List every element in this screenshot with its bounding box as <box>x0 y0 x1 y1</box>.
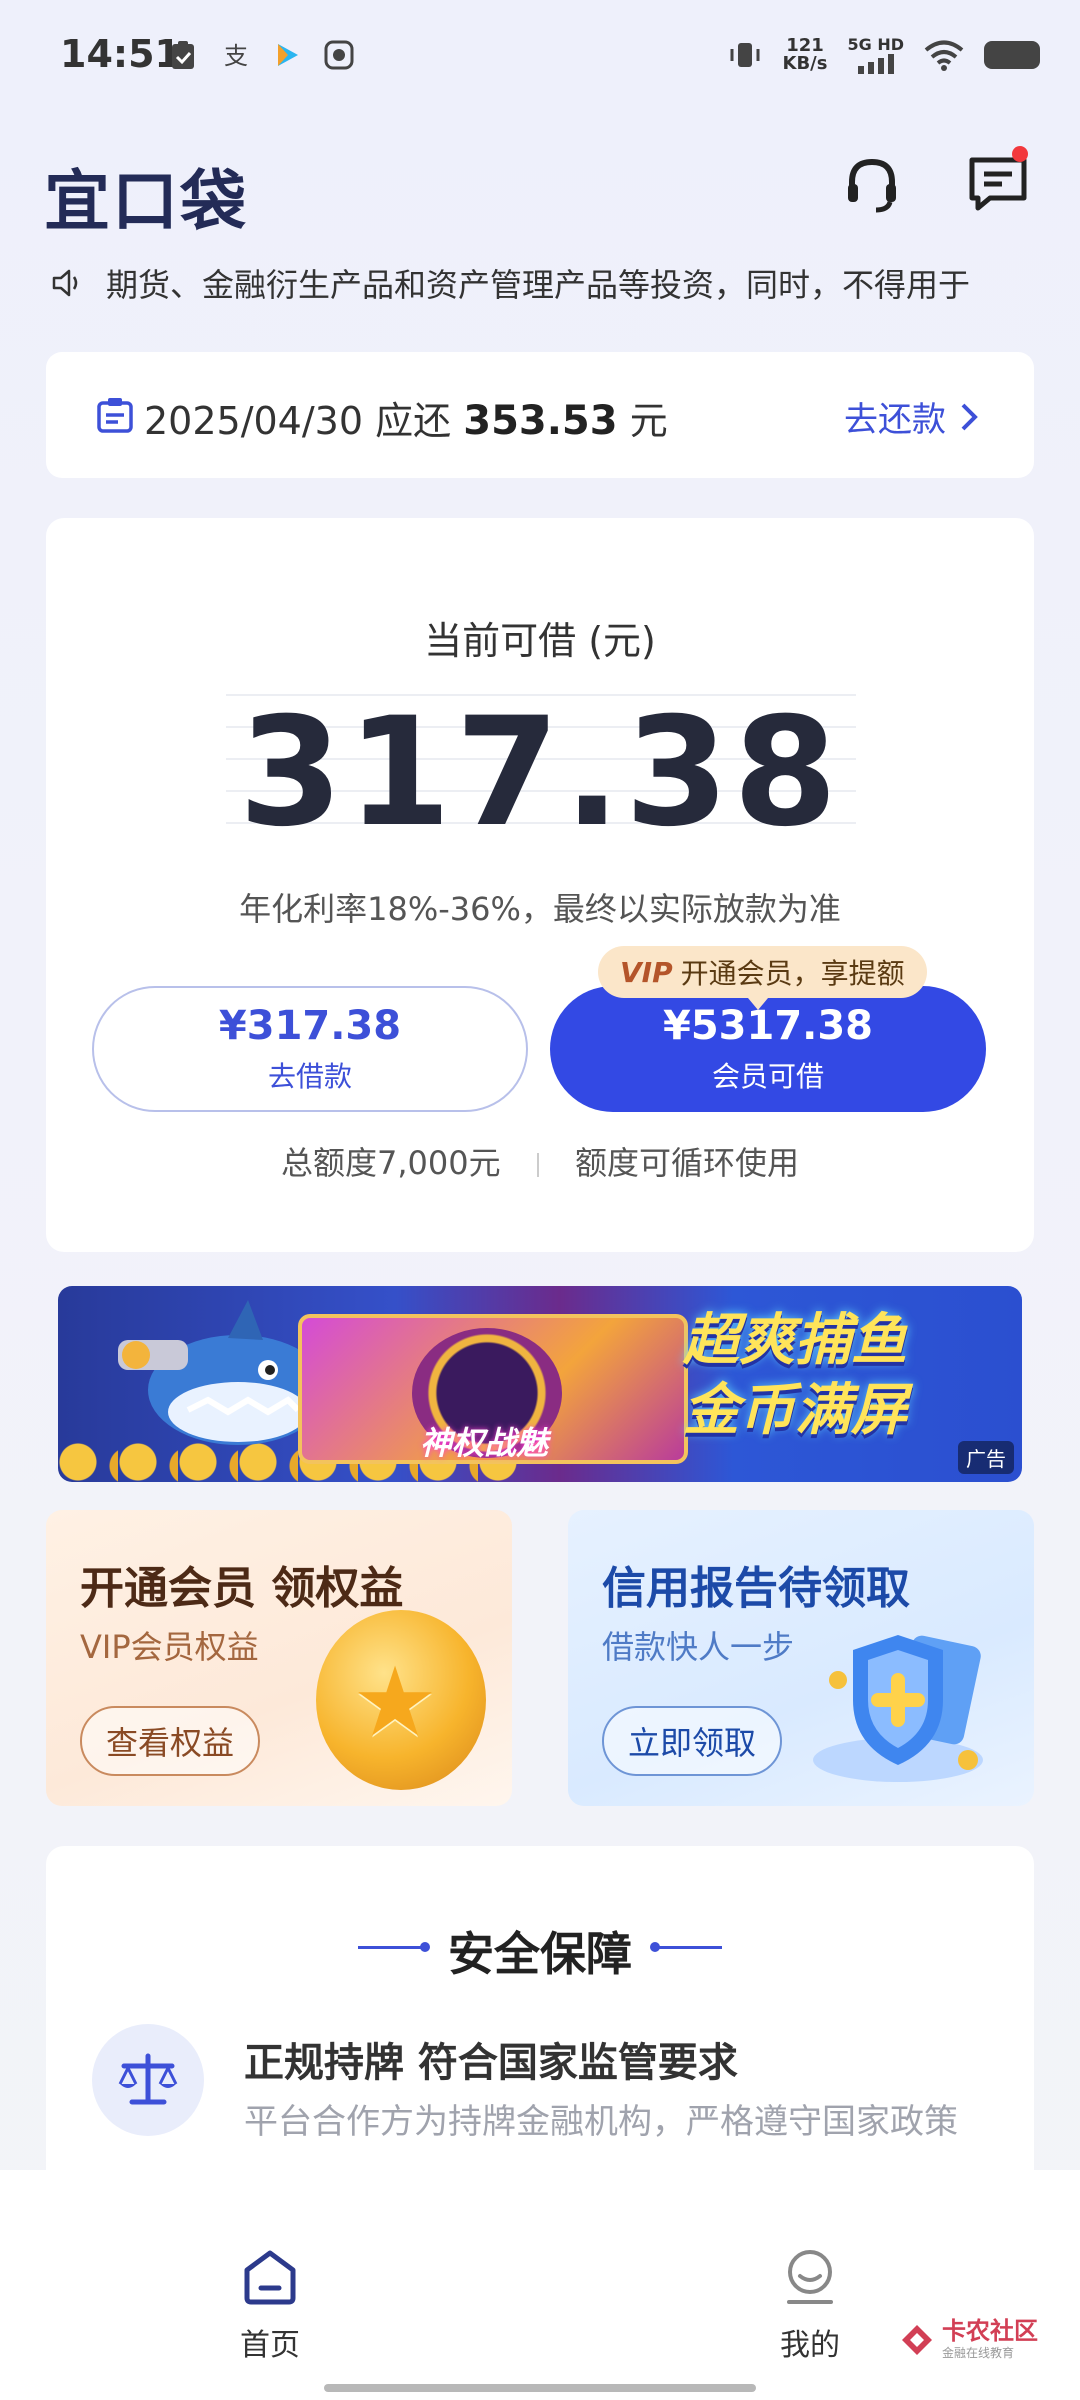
repayment-amount: 353.53 <box>463 398 618 444</box>
ad-slogan-line2: 金币满屏 <box>683 1378 907 1443</box>
repayment-card[interactable]: 2025/04/30 应还 353.53 元 去还款 <box>46 352 1034 478</box>
network-type: 5G HD <box>847 35 904 54</box>
alipay-icon: 支 <box>220 40 250 70</box>
message-button[interactable] <box>966 146 1030 216</box>
available-credit-label: 当前可借 (元) <box>424 619 656 663</box>
repayment-date: 2025/04/30 <box>144 399 364 443</box>
notice-bar[interactable]: 期货、金融衍生产品和资产管理产品等投资，同时，不得用于 <box>50 258 1050 308</box>
star-icon: ★ <box>352 1646 439 1758</box>
vip-badge: VIP <box>620 955 673 989</box>
watermark-sub: 金融在线教育 <box>942 2346 1015 2360</box>
borrow-button[interactable]: ¥317.38 去借款 <box>92 986 528 1112</box>
signal-icon <box>857 54 894 74</box>
borrow-label: 去借款 <box>267 1060 352 1093</box>
scale-icon-wrapper <box>92 2024 204 2136</box>
ad-slogan: 超爽捕鱼 金币满屏 <box>683 1306 1003 1446</box>
vip-borrow-button[interactable]: ¥5317.38 会员可借 <box>550 986 986 1112</box>
network-speed: 121 KB/s <box>783 37 828 73</box>
view-benefits-button[interactable]: 查看权益 <box>80 1706 261 1776</box>
home-icon <box>244 2250 296 2305</box>
status-notification-icons: 支 <box>168 40 354 70</box>
borrow-amount: ¥317.38 <box>218 1003 402 1049</box>
ad-label: 广告 <box>958 1441 1014 1474</box>
security-title: 安全保障 <box>448 1927 632 1981</box>
chevron-right-icon <box>961 403 978 430</box>
game-frame-illustration: 神权战魅 <box>298 1314 688 1464</box>
watermark-logo-icon <box>902 2324 932 2355</box>
ad-banner[interactable]: 神权战魅 超爽捕鱼 金币满屏 广告 <box>58 1286 1022 1482</box>
go-repay-button[interactable]: 去还款 <box>844 392 978 441</box>
wifi-icon <box>924 40 964 71</box>
credit-card-title: 信用报告待领取 <box>602 1563 910 1614</box>
vibrate-icon <box>730 43 760 67</box>
vip-benefits-card[interactable]: 开通会员 领权益 VIP会员权益 ★ 查看权益 <box>46 1510 512 1806</box>
vip-card-subtitle: VIP会员权益 <box>80 1628 259 1666</box>
vip-tag-text: 开通会员，享提额 <box>680 957 905 990</box>
feature-title: 正规持牌 符合国家监管要求 <box>244 2040 738 2086</box>
app-arrow-icon <box>272 40 302 70</box>
interest-rate-note: 年化利率18%-36%，最终以实际放款为准 <box>239 890 841 928</box>
game-name-text: 神权战魅 <box>420 1424 549 1462</box>
notice-text: 期货、金融衍生产品和资产管理产品等投资，同时，不得用于 <box>106 266 971 304</box>
credit-report-card[interactable]: 信用报告待领取 借款快人一步 立即领取 <box>568 1510 1034 1806</box>
quota-note: 额度可循环使用 <box>574 1144 799 1182</box>
headset-icon <box>848 158 896 213</box>
tab-home[interactable]: 首页 <box>190 2248 350 2364</box>
shield-illustration <box>813 1635 983 1782</box>
status-bar: 14:51 支 121 KB/s 5G HD <box>0 0 1080 110</box>
tab-home-label: 首页 <box>240 2328 300 2363</box>
quota-info: 总额度7,000元 额度可循环使用 <box>46 1138 1034 1184</box>
status-right-icons: 121 KB/s 5G HD <box>727 36 1040 74</box>
scale-icon <box>118 2053 178 2105</box>
gold-coin-illustration: ★ <box>316 1610 486 1790</box>
app-logo: 宜口袋 <box>44 162 248 240</box>
speaker-icon <box>52 269 78 297</box>
tab-mine[interactable]: 我的 <box>730 2248 890 2364</box>
bottom-navigation: 首页 我的 卡农社区 金融在线教育 <box>0 2170 1080 2400</box>
available-credit-amount: 317.38 <box>238 686 842 860</box>
signal-block: 5G HD <box>847 36 904 74</box>
status-time: 14:51 <box>60 32 181 76</box>
repayment-label: 应还 <box>375 399 452 443</box>
camera-app-icon <box>324 40 354 70</box>
vip-card-title: 开通会员 领权益 <box>80 1563 404 1614</box>
quota-divider <box>536 1153 539 1177</box>
watermark-text-block: 卡农社区 金融在线教育 <box>942 2318 1038 2361</box>
vip-borrow-label: 会员可借 <box>711 1060 824 1093</box>
repayment-unit: 元 <box>629 399 668 443</box>
repayment-info: 2025/04/30 应还 353.53 元 <box>144 390 668 445</box>
vip-upgrade-tag[interactable]: VIP 开通会员，享提额 <box>598 946 927 1010</box>
notification-dot <box>1012 146 1028 162</box>
clipboard-icon <box>168 40 198 70</box>
total-quota: 总额度7,000元 <box>281 1144 501 1182</box>
credit-card: 当前可借 (元) 317.38 年化利率18%-36%，最终以实际放款为准 ¥3… <box>46 518 1034 1252</box>
feature-description: 平台合作方为持牌金融机构，严格遵守国家政策 <box>244 2102 958 2142</box>
profile-icon <box>787 2250 833 2304</box>
tab-mine-label: 我的 <box>780 2328 840 2363</box>
credit-card-subtitle: 借款快人一步 <box>602 1628 795 1666</box>
watermark-name: 卡农社区 <box>942 2317 1038 2345</box>
vip-borrow-amount: ¥5317.38 <box>662 1003 874 1049</box>
claim-report-button[interactable]: 立即领取 <box>602 1706 783 1776</box>
watermark: 卡农社区 金融在线教育 <box>900 2318 1038 2361</box>
app-header: 宜口袋 <box>0 130 1080 250</box>
bill-icon <box>97 398 133 433</box>
go-repay-label: 去还款 <box>844 400 946 440</box>
svg-text:支: 支 <box>224 42 248 70</box>
home-indicator[interactable] <box>324 2384 756 2392</box>
ad-slogan-line1: 超爽捕鱼 <box>683 1308 907 1373</box>
battery-icon <box>984 41 1040 69</box>
customer-service-button[interactable] <box>840 152 904 216</box>
title-decoration-right <box>650 1942 722 1952</box>
speed-unit: KB/s <box>782 53 828 74</box>
